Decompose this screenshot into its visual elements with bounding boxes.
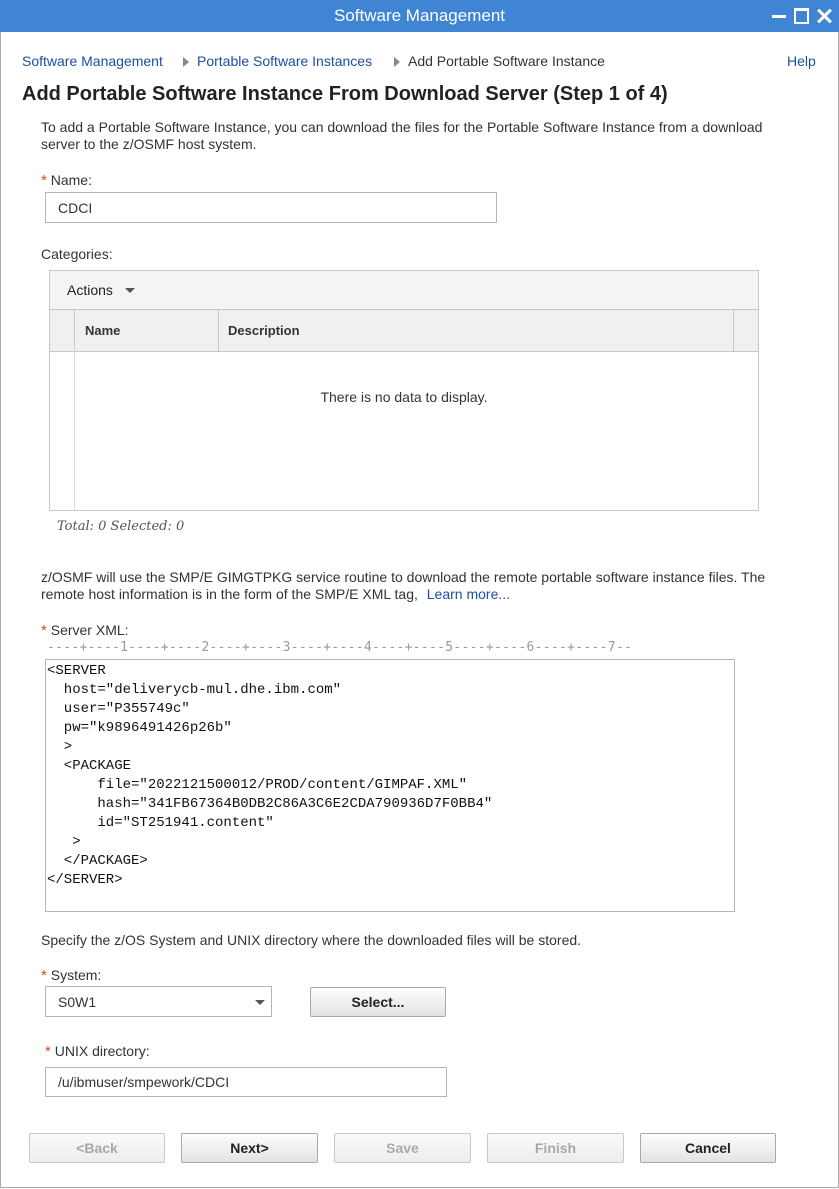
- server-xml-label: * Server XML:: [41, 622, 129, 639]
- column-header-name[interactable]: Name: [85, 310, 120, 351]
- close-icon[interactable]: [814, 6, 834, 26]
- column-divider: [218, 310, 219, 351]
- selection-column: [74, 351, 75, 510]
- system-select-value: S0W1: [58, 994, 97, 1010]
- required-icon: *: [41, 622, 47, 639]
- select-system-button[interactable]: Select...: [310, 987, 446, 1017]
- chevron-right-icon: [394, 57, 400, 67]
- unix-directory-label-text: UNIX directory:: [54, 1043, 150, 1059]
- chevron-down-icon[interactable]: [255, 1000, 265, 1005]
- column-header-description[interactable]: Description: [228, 310, 300, 351]
- intro-line-1: To add a Portable Software Instance, you…: [41, 119, 763, 135]
- unix-directory-label: * UNIX directory:: [45, 1043, 150, 1060]
- storage-info: Specify the z/OS System and UNIX directo…: [41, 932, 582, 948]
- column-ruler: ----+----1----+----2----+----3----+----4…: [47, 640, 633, 655]
- name-label-text: Name:: [50, 172, 92, 188]
- window-titlebar: Software Management: [0, 0, 839, 32]
- maximize-icon[interactable]: [792, 6, 812, 26]
- cancel-button[interactable]: Cancel: [640, 1133, 776, 1163]
- breadcrumb-software-management[interactable]: Software Management: [22, 53, 163, 69]
- required-icon: *: [45, 1043, 51, 1060]
- unix-directory-input[interactable]: [45, 1067, 447, 1097]
- empty-message: There is no data to display.: [320, 389, 488, 405]
- required-icon: *: [41, 967, 47, 984]
- xml-line: >: [47, 834, 81, 850]
- xml-line: <SERVER: [47, 663, 106, 679]
- xml-line: pw="k9896491426p26b": [47, 720, 232, 736]
- grid-header: Name Description: [50, 310, 758, 352]
- grid-toolbar: Actions: [50, 271, 758, 310]
- intro-line-2: server to the z/OSMF host system.: [41, 136, 257, 152]
- learn-more-link[interactable]: Learn more...: [427, 586, 510, 602]
- chevron-right-icon: [183, 57, 189, 67]
- help-link[interactable]: Help: [787, 53, 816, 69]
- grid-total: Total: 0 Selected: 0: [57, 519, 185, 534]
- system-select[interactable]: S0W1: [45, 986, 272, 1017]
- chevron-down-icon[interactable]: [125, 288, 135, 293]
- server-xml-label-text: Server XML:: [50, 622, 129, 638]
- name-input[interactable]: [45, 192, 497, 223]
- categories-label: Categories:: [41, 246, 113, 262]
- page-title: Add Portable Software Instance From Down…: [22, 83, 668, 105]
- finish-button[interactable]: Finish: [487, 1133, 624, 1163]
- xml-line: user="P355749c": [47, 701, 190, 717]
- xml-line: </PACKAGE>: [47, 853, 148, 869]
- column-divider: [74, 310, 75, 351]
- xml-line: host="deliverycb-mul.dhe.ibm.com": [47, 682, 342, 698]
- name-label: * Name:: [41, 172, 92, 189]
- xml-line: >: [47, 739, 73, 755]
- smpe-info-line-2: remote host information is in the form o…: [41, 586, 510, 603]
- save-button[interactable]: Save: [334, 1133, 471, 1163]
- window-title: Software Management: [333, 6, 506, 25]
- xml-line: </SERVER>: [47, 872, 123, 888]
- smpe-info-line-1: z/OSMF will use the SMP/E GIMGTPKG servi…: [41, 569, 766, 585]
- server-xml-textarea[interactable]: <SERVER host="deliverycb-mul.dhe.ibm.com…: [45, 659, 735, 912]
- actions-menu-button[interactable]: Actions: [67, 282, 113, 298]
- back-button[interactable]: <Back: [29, 1133, 165, 1163]
- minimize-icon[interactable]: [770, 6, 790, 26]
- xml-line: file="2022121500012/PROD/content/GIMPAF.…: [47, 777, 468, 793]
- next-button[interactable]: Next>: [181, 1133, 318, 1163]
- column-divider: [733, 310, 734, 351]
- xml-line: <PACKAGE: [47, 758, 132, 774]
- system-label-text: System:: [50, 967, 102, 983]
- categories-grid: Actions Name Description There is no dat…: [49, 270, 759, 511]
- smpe-info-text: remote host information is in the form o…: [41, 586, 418, 602]
- breadcrumb-current: Add Portable Software Instance: [408, 53, 605, 69]
- xml-line: id="ST251941.content": [47, 815, 274, 831]
- required-icon: *: [41, 172, 47, 189]
- system-label: * System:: [41, 967, 101, 984]
- breadcrumb-portable-software-instances[interactable]: Portable Software Instances: [197, 53, 372, 69]
- xml-line: hash="341FB67364B0DB2C86A3C6E2CDA790936D…: [47, 796, 493, 812]
